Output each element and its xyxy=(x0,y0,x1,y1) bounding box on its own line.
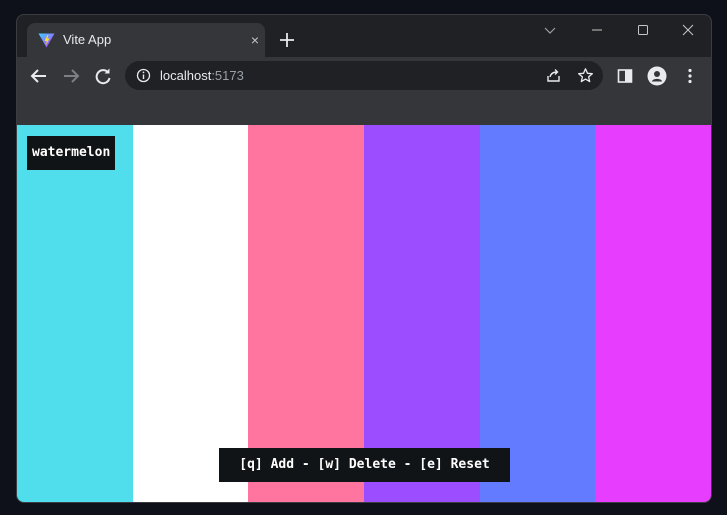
close-icon[interactable] xyxy=(677,21,699,39)
keyboard-hint: [q] Add - [w] Delete - [e] Reset xyxy=(219,448,510,482)
color-stripe-5[interactable] xyxy=(479,125,596,502)
star-icon[interactable] xyxy=(577,67,594,84)
profile-icon[interactable] xyxy=(647,66,667,86)
tab-title: Vite App xyxy=(63,32,112,47)
address-bar[interactable]: localhost:5173 xyxy=(125,61,603,90)
browser-window: Vite App × localhost:5173 watermelon [q]… xyxy=(16,14,712,503)
url-host: localhost xyxy=(160,68,212,83)
share-icon[interactable] xyxy=(545,67,562,84)
close-tab-button[interactable]: × xyxy=(247,32,263,48)
color-stripe-1[interactable] xyxy=(17,125,133,502)
vite-logo-icon xyxy=(38,33,55,48)
tab-vite-app[interactable]: Vite App × xyxy=(27,23,265,57)
color-name-label: watermelon xyxy=(27,136,116,170)
url-port: :5173 xyxy=(211,68,244,83)
reload-icon[interactable] xyxy=(91,66,115,86)
info-icon[interactable] xyxy=(136,68,151,83)
tab-strip: Vite App × xyxy=(17,15,711,57)
forward-icon[interactable] xyxy=(59,66,83,86)
url-text: localhost:5173 xyxy=(160,68,244,83)
minimize-icon[interactable] xyxy=(586,21,608,39)
color-stripe-2[interactable] xyxy=(132,125,249,502)
browser-toolbar: localhost:5173 xyxy=(17,57,711,125)
maximize-icon[interactable] xyxy=(632,21,654,39)
page-viewport: watermelon [q] Add - [w] Delete - [e] Re… xyxy=(17,125,711,502)
chevron-down-icon[interactable] xyxy=(539,21,561,39)
side-panel-icon[interactable] xyxy=(615,66,635,86)
color-stripe-3[interactable] xyxy=(248,125,365,502)
plus-icon[interactable] xyxy=(277,30,297,50)
color-stripe-4[interactable] xyxy=(364,125,480,502)
color-stripe-6[interactable] xyxy=(595,125,711,502)
more-icon[interactable] xyxy=(680,66,700,86)
back-icon[interactable] xyxy=(27,66,51,86)
